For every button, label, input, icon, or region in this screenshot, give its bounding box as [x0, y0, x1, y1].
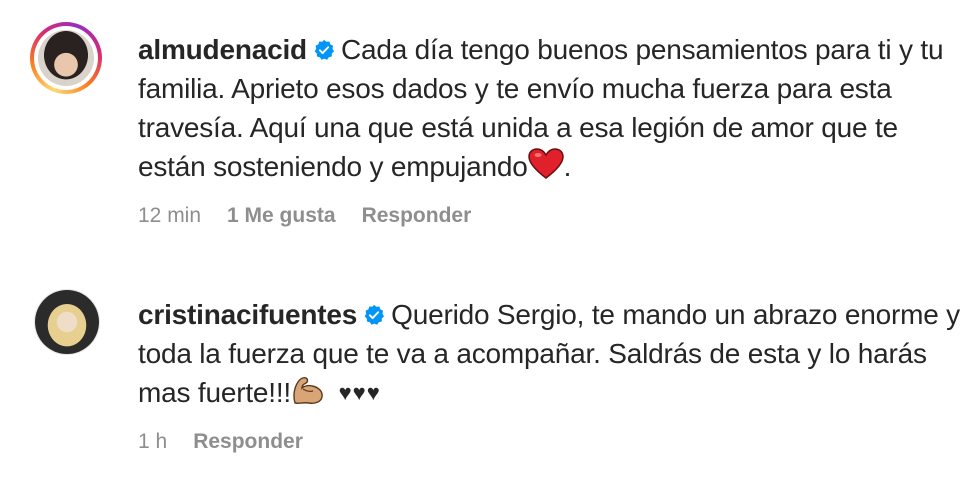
avatar-container[interactable] — [34, 289, 100, 355]
comment-meta: 12 min 1 Me gusta Responder — [138, 204, 968, 228]
comment-text: cristinacifuentes Querido Sergio, te mand… — [138, 295, 968, 412]
username-link[interactable]: cristinacifuentes — [138, 299, 357, 330]
avatar — [35, 290, 99, 354]
verified-badge-icon — [364, 304, 385, 325]
comment-meta: 1 h Responder — [138, 430, 968, 454]
flexed-biceps-icon — [293, 377, 323, 404]
avatar — [38, 30, 94, 86]
reply-button[interactable]: Responder — [362, 204, 472, 228]
comment-time: 1 h — [138, 430, 168, 453]
comment-message-end: . — [563, 151, 572, 182]
likes-count-link[interactable]: 1 Me gusta — [227, 204, 336, 228]
avatar-story-ring[interactable] — [30, 22, 102, 94]
red-heart-icon — [527, 148, 564, 179]
trailing-hearts: ♥♥♥ — [338, 380, 381, 405]
comment-body: cristinacifuentes Querido Sergio, te mand… — [138, 295, 968, 454]
comment-time: 12 min — [138, 204, 202, 227]
comment-body: almudenacid Cada día tengo buenos pensami… — [138, 30, 968, 228]
reply-button[interactable]: Responder — [193, 430, 303, 454]
username-link[interactable]: almudenacid — [138, 34, 307, 65]
verified-badge-icon — [314, 39, 334, 60]
avatar-ring-gap — [34, 26, 98, 90]
comment-text: almudenacid Cada día tengo buenos pensami… — [138, 30, 968, 186]
